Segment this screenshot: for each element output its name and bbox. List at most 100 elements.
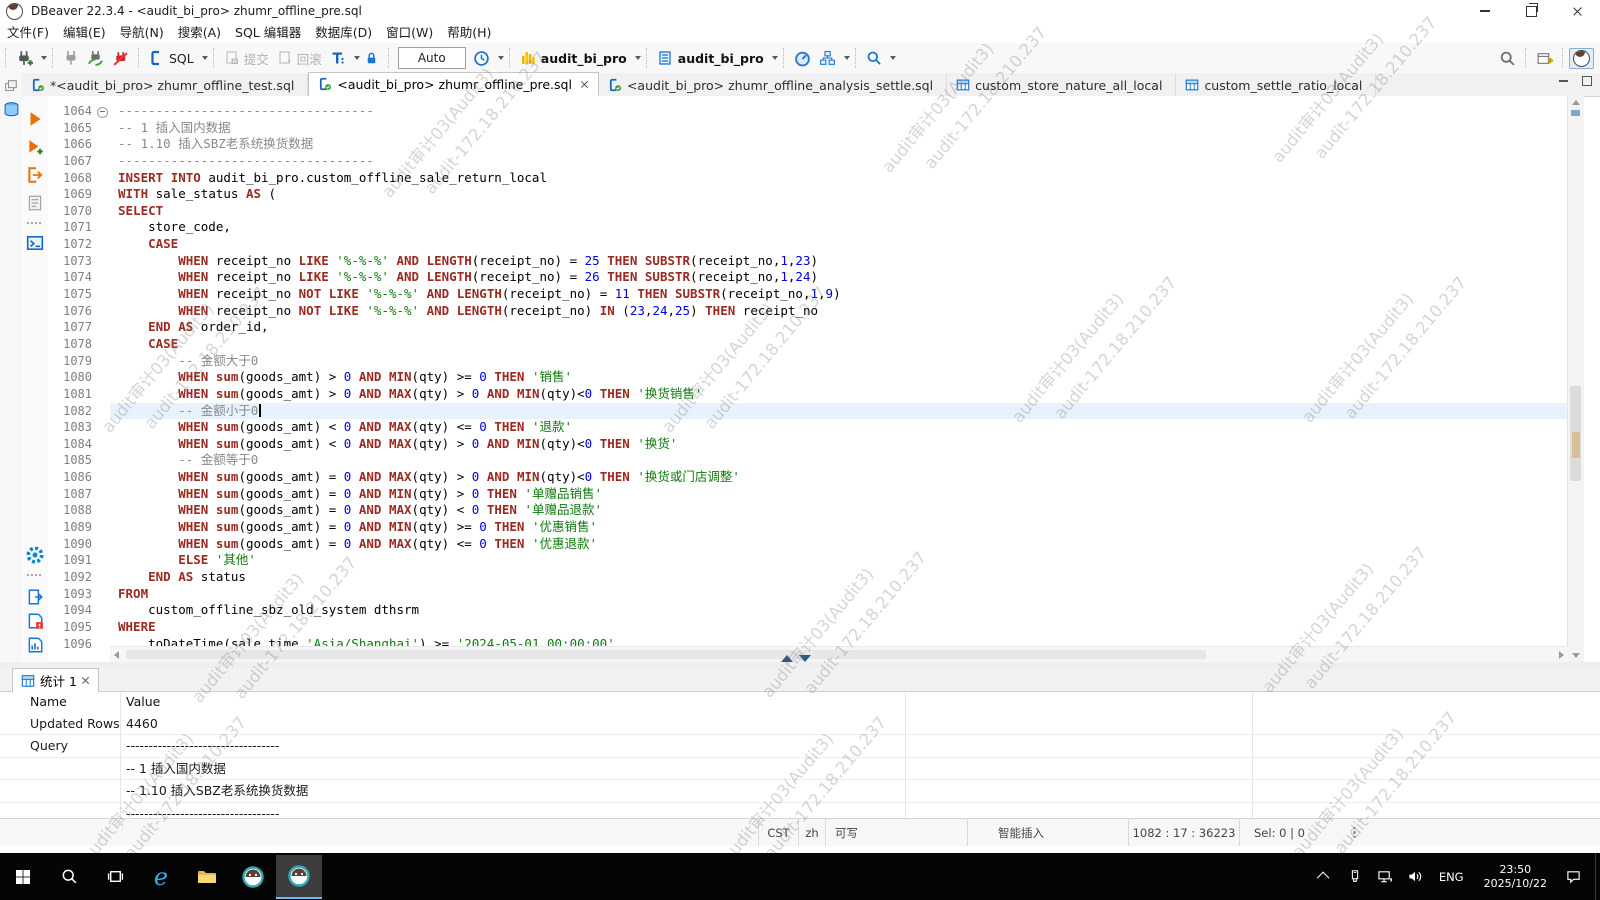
problems-view-icon[interactable] xyxy=(26,612,44,630)
execute-new-tab-button[interactable] xyxy=(26,138,44,156)
database-navigator-icon[interactable] xyxy=(3,101,20,118)
chevron-down-icon[interactable] xyxy=(890,56,896,60)
action-center-button[interactable] xyxy=(1561,862,1585,892)
menu-item-7[interactable]: 帮助(H) xyxy=(440,22,498,43)
sql-editor-button[interactable]: SQL xyxy=(146,46,197,70)
scroll-down-arrow[interactable] xyxy=(1572,653,1580,658)
start-button[interactable] xyxy=(0,856,46,898)
dashboard-button[interactable] xyxy=(791,46,814,70)
menu-item-5[interactable]: 数据库(D) xyxy=(308,22,379,43)
dbeaver-perspective-button[interactable] xyxy=(1569,48,1594,69)
scroll-right-arrow[interactable] xyxy=(1559,651,1564,659)
commit-mode-select[interactable]: Auto xyxy=(398,47,466,69)
restore-panel-icon[interactable] xyxy=(4,79,18,93)
reconnect-button[interactable] xyxy=(84,46,107,70)
editor-tab-3[interactable]: custom_store_nature_all_local xyxy=(947,74,1176,96)
minimize-view-icon[interactable] xyxy=(1559,80,1568,82)
close-icon[interactable] xyxy=(580,80,589,89)
tray-volume-button[interactable] xyxy=(1403,862,1427,892)
code-area[interactable]: ------------------------------------ 1 插… xyxy=(110,103,1568,652)
dbeaver-taskbar-button[interactable] xyxy=(230,856,276,898)
taskbar-clock[interactable]: 23:50 2025/10/22 xyxy=(1476,863,1555,891)
chevron-down-icon[interactable] xyxy=(202,56,208,60)
menu-item-1[interactable]: 编辑(E) xyxy=(56,22,113,43)
chevron-down-icon[interactable] xyxy=(844,56,850,60)
input-language-button[interactable]: ENG xyxy=(1433,870,1470,884)
menu-item-0[interactable]: 文件(F) xyxy=(0,22,56,43)
compare-button[interactable] xyxy=(816,46,839,70)
statistics-view-icon[interactable] xyxy=(26,636,44,654)
menu-item-2[interactable]: 导航(N) xyxy=(113,22,171,43)
quick-search-button[interactable] xyxy=(1496,46,1519,70)
maximize-view-icon[interactable] xyxy=(1582,76,1592,86)
fold-collapse-icon[interactable] xyxy=(97,107,108,118)
execute-script-button[interactable] xyxy=(26,166,44,184)
tray-network-button[interactable] xyxy=(1373,862,1397,892)
table-row[interactable]: -- 1 插入国内数据 xyxy=(0,758,1600,780)
execute-statement-button[interactable] xyxy=(26,110,44,128)
minimize-panel-arrow-icon[interactable] xyxy=(799,655,811,662)
tray-usb-button[interactable] xyxy=(1343,862,1367,892)
status-locale[interactable]: zh xyxy=(798,819,825,846)
schema-select[interactable]: audit_bi_pro xyxy=(654,46,767,70)
chevron-down-icon[interactable] xyxy=(498,56,504,60)
database-select[interactable]: audit_bi_pro xyxy=(517,46,630,70)
rollback-button[interactable]: 回滚 xyxy=(274,46,325,70)
status-write-mode[interactable]: 可写 xyxy=(825,819,967,846)
vertical-scrollbar[interactable] xyxy=(1567,96,1584,662)
connect-button[interactable] xyxy=(60,46,82,70)
dbeaver-taskbar-button-active[interactable] xyxy=(276,855,322,899)
disconnect-button[interactable] xyxy=(109,46,132,70)
status-caret-position[interactable]: 1082 : 17 : 36223 xyxy=(1128,819,1239,846)
table-row[interactable]: Updated Rows4460 xyxy=(0,713,1600,735)
column-divider[interactable] xyxy=(120,692,121,818)
menu-item-4[interactable]: SQL 编辑器 xyxy=(228,22,308,43)
show-desktop-button[interactable] xyxy=(1595,853,1600,900)
close-button[interactable] xyxy=(1554,0,1600,22)
chevron-down-icon[interactable] xyxy=(772,56,778,60)
editor-tab-0[interactable]: *<audit_bi_pro> zhumr_offline_test.sql xyxy=(22,74,308,96)
explain-plan-button[interactable] xyxy=(26,194,44,212)
sql-console-button[interactable] xyxy=(26,234,44,252)
settings-gear-icon[interactable] xyxy=(26,546,44,564)
transaction-history-button[interactable] xyxy=(470,46,493,70)
maximize-button[interactable] xyxy=(1508,0,1554,22)
file-explorer-button[interactable] xyxy=(184,856,230,898)
internet-explorer-button[interactable]: e xyxy=(138,856,184,898)
task-view-button[interactable] xyxy=(92,856,138,898)
scrollbar-thumb[interactable] xyxy=(126,650,1206,659)
statistics-tab[interactable]: 统计 1 xyxy=(12,668,99,693)
transaction-mode-button[interactable] xyxy=(327,46,349,70)
column-header-name[interactable]: Name xyxy=(30,694,67,709)
taskbar-search-button[interactable] xyxy=(46,856,92,898)
output-view-icon[interactable] xyxy=(26,588,44,606)
status-timezone[interactable]: CST xyxy=(758,819,798,846)
tray-expand-button[interactable] xyxy=(1313,862,1337,892)
status-overflow-dots[interactable] xyxy=(1353,819,1356,846)
scroll-left-arrow[interactable] xyxy=(114,651,119,659)
sql-code-editor[interactable]: 1064106510661067106810691070107110721073… xyxy=(48,96,1584,662)
menu-item-3[interactable]: 搜索(A) xyxy=(171,22,228,43)
lock-button[interactable] xyxy=(361,46,382,70)
status-selection[interactable]: Sel: 0 | 0 xyxy=(1239,819,1339,846)
editor-panel-sash[interactable] xyxy=(0,662,1600,668)
table-row[interactable]: Query---------------------------------- xyxy=(0,735,1600,757)
minimize-button[interactable] xyxy=(1462,0,1508,22)
chevron-down-icon[interactable] xyxy=(635,56,641,60)
editor-tab-2[interactable]: <audit_bi_pro> zhumr_offline_analysis_se… xyxy=(599,74,947,96)
chevron-down-icon[interactable] xyxy=(41,56,47,60)
horizontal-scrollbar[interactable] xyxy=(110,646,1568,662)
open-perspective-button[interactable] xyxy=(1533,46,1556,70)
scroll-up-arrow[interactable] xyxy=(1572,100,1580,105)
new-connection-button[interactable] xyxy=(13,46,36,70)
maximize-panel-arrow-icon[interactable] xyxy=(781,655,793,662)
commit-button[interactable]: 提交 xyxy=(221,46,272,70)
editor-tab-1[interactable]: <audit_bi_pro> zhumr_offline_pre.sql xyxy=(308,72,599,96)
search-button[interactable] xyxy=(863,46,885,70)
table-row[interactable]: -- 1.10 插入SBZ老系统换货数据 xyxy=(0,780,1600,802)
close-icon[interactable] xyxy=(81,676,90,685)
status-insert-mode[interactable]: 智能插入 xyxy=(967,819,1128,846)
menu-item-6[interactable]: 窗口(W) xyxy=(379,22,440,43)
editor-tab-4[interactable]: custom_settle_ratio_local xyxy=(1176,74,1376,96)
chevron-down-icon[interactable] xyxy=(354,56,360,60)
